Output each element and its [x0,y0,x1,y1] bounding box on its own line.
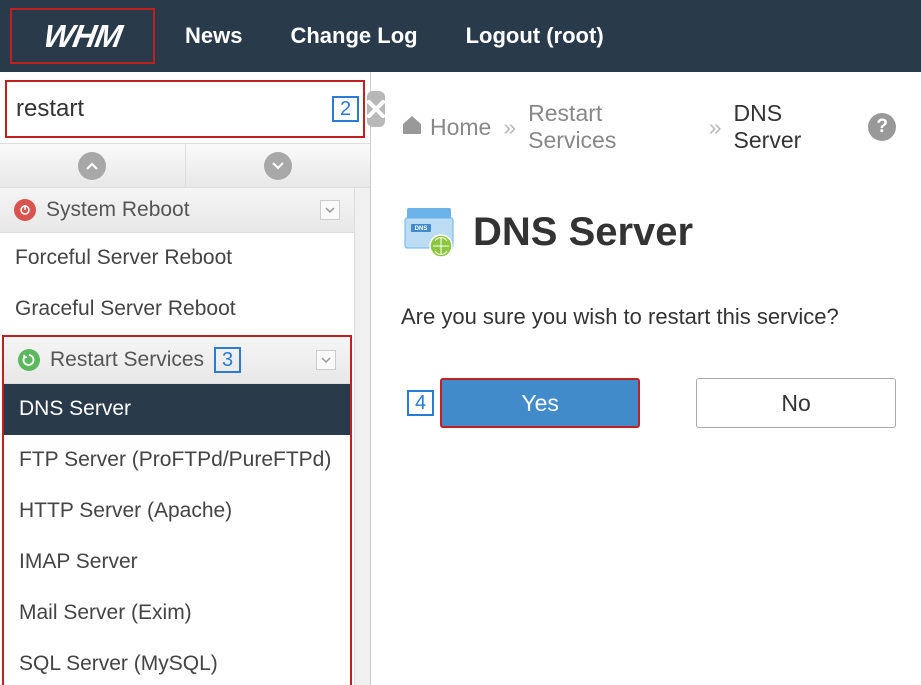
button-row: 4 Yes No [401,378,896,428]
nav-logout[interactable]: Logout (root) [466,23,604,49]
nav-changelog[interactable]: Change Log [290,23,417,49]
down-arrow-icon [264,152,292,180]
search-wrapper: 2 [5,80,365,138]
menu-ftp-server[interactable]: FTP Server (ProFTPd/PureFTPd) [4,435,350,486]
refresh-icon [18,349,40,371]
breadcrumb-separator: » [709,114,722,141]
page-title: DNS Server [473,210,693,255]
home-icon [401,114,423,141]
search-input[interactable] [16,91,326,127]
logo-text: WHM [41,18,124,55]
breadcrumb-restart-services[interactable]: Restart Services [528,100,697,154]
expand-all-button[interactable] [186,144,371,187]
collapse-all-button[interactable] [0,144,186,187]
section-list: System Reboot Forceful Server Reboot Gra… [0,188,354,685]
chevron-down-icon [316,350,336,370]
collapse-expand-row [0,143,370,188]
sidebar-scrollbar[interactable] [354,188,370,685]
main-container: 2 [0,72,921,685]
breadcrumb-current: DNS Server [734,100,857,154]
menu-dns-server[interactable]: DNS Server [4,384,350,435]
annotation-4: 4 [407,390,434,416]
breadcrumb-separator: » [503,114,516,141]
svg-text:DNS: DNS [415,226,428,232]
menu-forceful-reboot[interactable]: Forceful Server Reboot [0,233,354,284]
section-title: System Reboot [46,198,190,222]
menu-mail-server[interactable]: Mail Server (Exim) [4,588,350,639]
yes-button[interactable]: Yes [440,378,640,428]
nav-news[interactable]: News [185,23,242,49]
chevron-down-icon [320,200,340,220]
help-icon[interactable]: ? [868,113,896,141]
section-restart-services-group: Restart Services 3 DNS Server FTP Server… [2,335,352,685]
section-restart-services[interactable]: Restart Services 3 [4,337,350,384]
no-button[interactable]: No [696,378,896,428]
section-title: Restart Services [50,348,204,372]
section-system-reboot[interactable]: System Reboot [0,188,354,233]
annotation-2: 2 [332,96,359,122]
menu-sql-server[interactable]: SQL Server (MySQL) [4,639,350,685]
confirm-text: Are you sure you wish to restart this se… [401,304,896,330]
breadcrumb-home[interactable]: Home [430,114,491,141]
annotation-3: 3 [214,347,241,373]
menu-imap-server[interactable]: IMAP Server [4,537,350,588]
top-header: WHM News Change Log Logout (root) [0,0,921,72]
menu-http-server[interactable]: HTTP Server (Apache) [4,486,350,537]
sidebar: 2 [0,72,371,685]
yes-wrapper: 4 Yes [401,378,640,428]
page-title-row: DNS DNS Server [401,204,896,260]
up-arrow-icon [78,152,106,180]
menu-graceful-reboot[interactable]: Graceful Server Reboot [0,284,354,335]
dns-server-icon: DNS [401,204,457,260]
breadcrumb: Home » Restart Services » DNS Server ? [401,100,896,154]
whm-logo[interactable]: WHM [10,8,155,64]
content-area: Home » Restart Services » DNS Server ? D… [371,72,921,685]
power-icon [14,199,36,221]
